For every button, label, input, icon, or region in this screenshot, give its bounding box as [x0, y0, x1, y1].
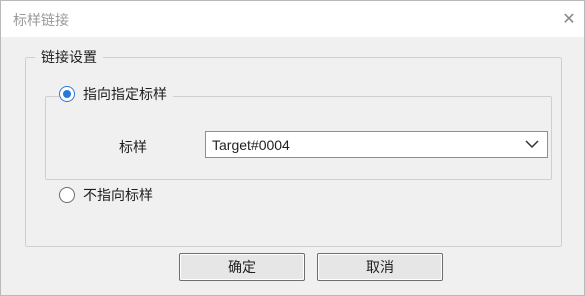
ok-button[interactable]: 确定	[179, 253, 305, 281]
sample-select[interactable]: Target#0004	[205, 131, 548, 158]
radio-specific-sample-label: 指向指定标样	[83, 87, 167, 103]
radio-selected-icon	[59, 86, 75, 102]
chevron-down-icon[interactable]	[517, 132, 547, 157]
sample-field-label: 标样	[119, 140, 147, 156]
radio-no-sample-label: 不指向标样	[83, 188, 153, 204]
title-bar: 标样链接 ✕	[1, 1, 584, 37]
dialog-window: 标样链接 ✕ 链接设置 指向指定标样 标样 Target#0004 不指向标样 …	[0, 0, 585, 296]
sample-select-value: Target#0004	[212, 136, 290, 153]
radio-specific-sample[interactable]: 指向指定标样	[59, 83, 173, 105]
window-title: 标样链接	[13, 13, 69, 29]
cancel-button[interactable]: 取消	[317, 253, 443, 281]
close-button[interactable]: ✕	[558, 7, 580, 29]
radio-unselected-icon	[59, 187, 75, 203]
radio-no-sample[interactable]: 不指向标样	[59, 184, 159, 206]
close-icon: ✕	[562, 8, 576, 28]
link-settings-label: 链接设置	[35, 47, 103, 67]
